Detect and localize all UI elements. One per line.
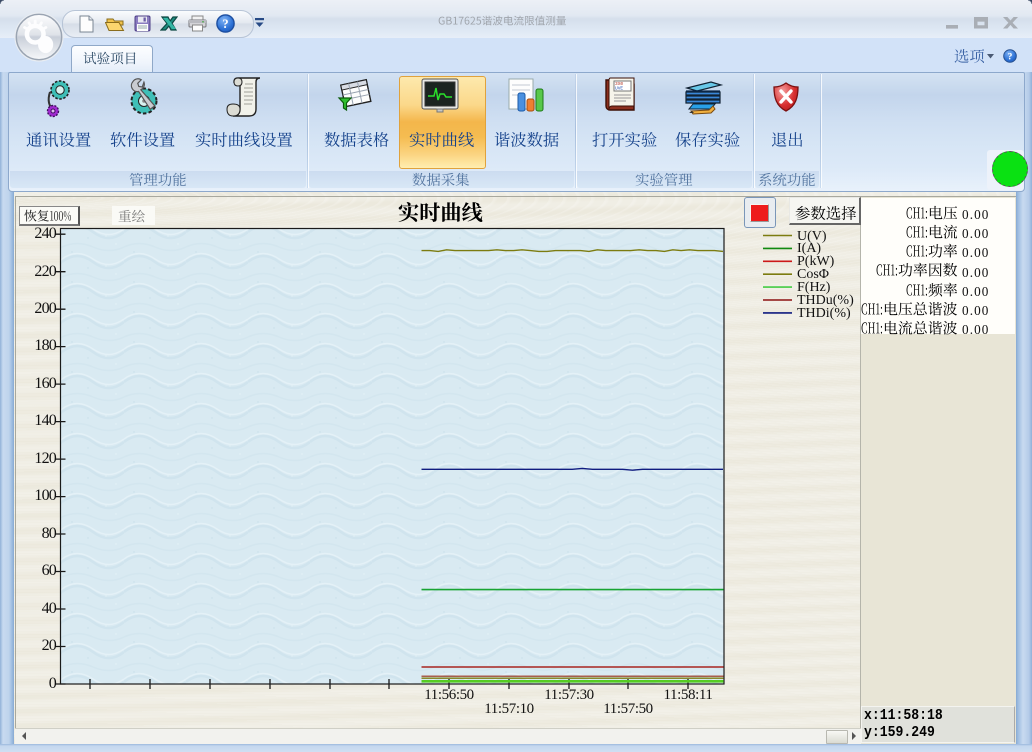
svg-text:UVE: UVE xyxy=(615,86,623,92)
svg-text:?: ? xyxy=(1008,53,1013,63)
svg-text:?: ? xyxy=(222,17,228,31)
